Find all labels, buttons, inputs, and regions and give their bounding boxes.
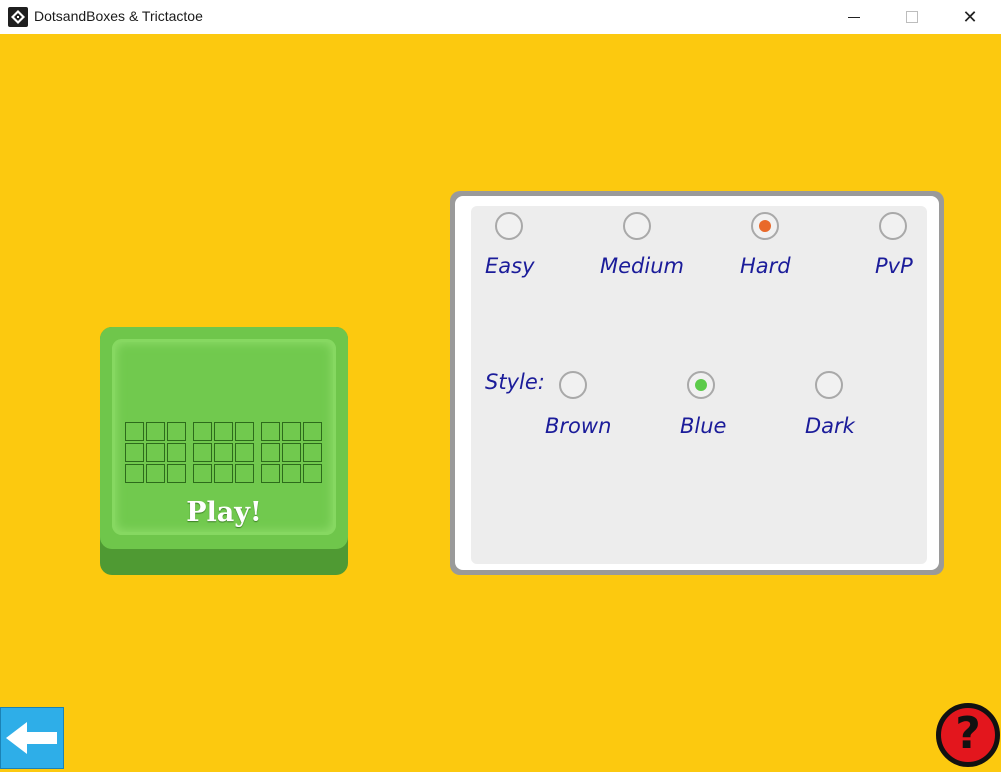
- close-button[interactable]: ✕: [941, 0, 999, 34]
- options-panel-body: Easy Medium Hard PvP Style: Brown Blue D…: [471, 206, 927, 564]
- label-blue[interactable]: Blue: [680, 414, 726, 438]
- arrow-left-icon: [6, 722, 57, 754]
- radio-hard[interactable]: [751, 212, 779, 240]
- mini-cell: [235, 422, 254, 441]
- mini-cell: [282, 422, 301, 441]
- close-icon: ✕: [962, 6, 978, 28]
- mini-cell: [193, 464, 212, 483]
- mini-cell: [167, 422, 186, 441]
- mini-cell: [261, 464, 280, 483]
- game-area: Play! Easy Medium Hard PvP Style: Brown …: [0, 34, 1001, 772]
- style-label: Style:: [485, 370, 545, 394]
- mini-cell: [235, 443, 254, 462]
- options-panel: Easy Medium Hard PvP Style: Brown Blue D…: [450, 191, 944, 575]
- mini-board: [125, 422, 186, 483]
- window-title: DotsandBoxes & Trictactoe: [34, 8, 203, 24]
- label-medium[interactable]: Medium: [600, 254, 684, 278]
- radio-easy[interactable]: [495, 212, 523, 240]
- mini-cell: [282, 464, 301, 483]
- play-button-face: Play!: [100, 327, 348, 549]
- radio-dot: [759, 220, 771, 232]
- mini-cell: [214, 422, 233, 441]
- radio-pvp[interactable]: [879, 212, 907, 240]
- mini-cell: [261, 443, 280, 462]
- mini-cell: [235, 464, 254, 483]
- mini-cell: [125, 464, 144, 483]
- back-button[interactable]: [0, 707, 64, 769]
- label-easy[interactable]: Easy: [485, 254, 535, 278]
- radio-dot: [887, 220, 899, 232]
- play-label: Play!: [186, 497, 262, 528]
- radio-dot: [503, 220, 515, 232]
- app-icon: [8, 7, 28, 27]
- minimize-icon: [848, 16, 860, 18]
- radio-dot: [631, 220, 643, 232]
- question-mark-icon: ?: [955, 708, 981, 759]
- radio-blue[interactable]: [687, 371, 715, 399]
- radio-brown[interactable]: [559, 371, 587, 399]
- mini-board: [193, 422, 254, 483]
- label-dark[interactable]: Dark: [805, 414, 855, 438]
- mini-cell: [214, 443, 233, 462]
- help-button[interactable]: ?: [936, 703, 1000, 767]
- mini-cell: [125, 443, 144, 462]
- options-panel-border: Easy Medium Hard PvP Style: Brown Blue D…: [455, 196, 939, 570]
- board-preview-icon: [125, 422, 322, 483]
- mini-cell: [303, 422, 322, 441]
- mini-cell: [146, 464, 165, 483]
- mini-cell: [167, 464, 186, 483]
- label-brown[interactable]: Brown: [545, 414, 611, 438]
- mini-cell: [193, 443, 212, 462]
- mini-cell: [125, 422, 144, 441]
- mini-board: [261, 422, 322, 483]
- mini-cell: [167, 443, 186, 462]
- mini-cell: [282, 443, 301, 462]
- minimize-button[interactable]: [825, 0, 883, 34]
- mini-cell: [261, 422, 280, 441]
- title-bar: DotsandBoxes & Trictactoe ✕: [0, 0, 1001, 34]
- radio-dot: [823, 379, 835, 391]
- radio-dot: [567, 379, 579, 391]
- mini-cell: [193, 422, 212, 441]
- mini-cell: [303, 464, 322, 483]
- mini-cell: [303, 443, 322, 462]
- mini-cell: [214, 464, 233, 483]
- radio-medium[interactable]: [623, 212, 651, 240]
- play-button[interactable]: Play!: [100, 327, 348, 575]
- label-hard[interactable]: Hard: [740, 254, 791, 278]
- radio-dark[interactable]: [815, 371, 843, 399]
- mini-cell: [146, 443, 165, 462]
- maximize-icon: [906, 11, 918, 23]
- label-pvp[interactable]: PvP: [875, 254, 913, 278]
- mini-cell: [146, 422, 165, 441]
- maximize-button[interactable]: [883, 0, 941, 34]
- radio-dot: [695, 379, 707, 391]
